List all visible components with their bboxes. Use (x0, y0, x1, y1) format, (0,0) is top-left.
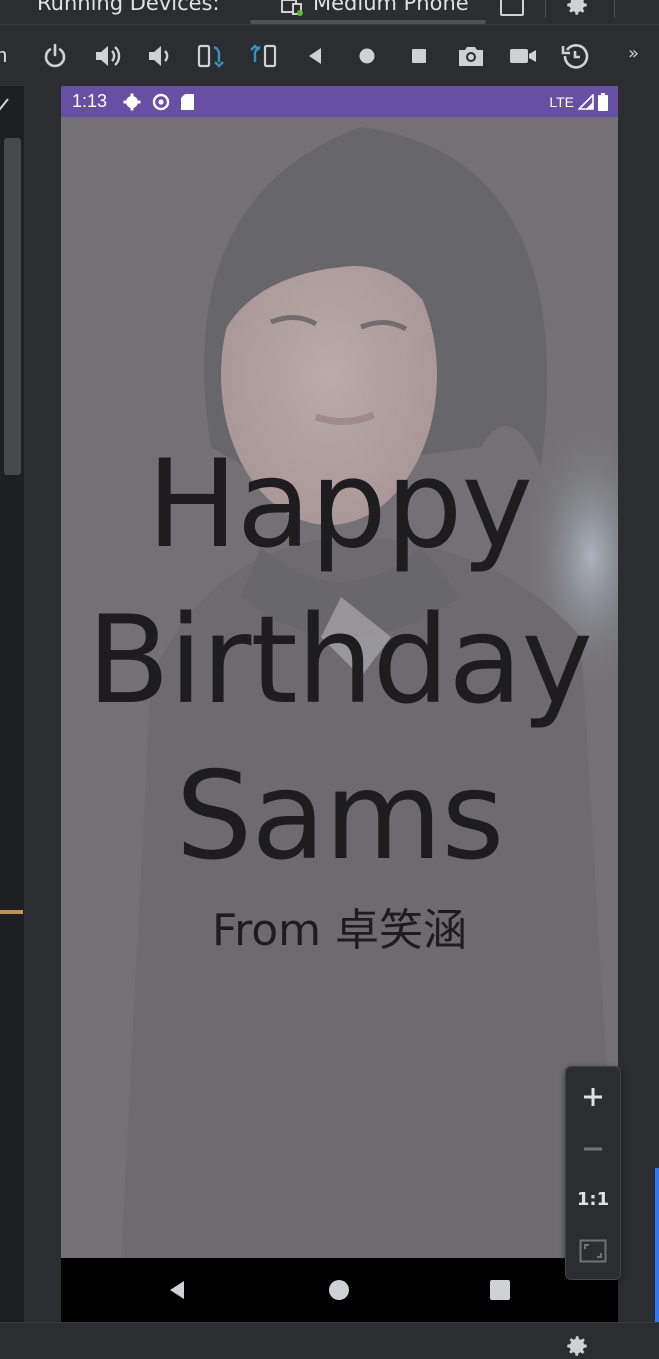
tab-running-devices[interactable]: Running Devices: (37, 0, 220, 15)
zoom-fit-button[interactable] (566, 1225, 620, 1277)
device-toolbar: n » (0, 24, 659, 87)
rotate-right-icon[interactable] (248, 41, 278, 71)
zoom-in-button[interactable] (566, 1071, 620, 1123)
divider (614, 0, 615, 18)
sd-card-icon (181, 94, 194, 110)
camera-icon[interactable] (456, 41, 486, 71)
rotate-left-icon[interactable] (196, 41, 226, 71)
nav-home-icon[interactable] (325, 1276, 353, 1304)
home-icon[interactable] (352, 41, 382, 71)
gear-icon[interactable] (564, 0, 590, 18)
app-content: Happy Birthday Sams From 卓笑涵 (61, 117, 618, 1258)
one-to-one-label: 1:1 (576, 1188, 610, 1210)
zoom-out-button[interactable] (566, 1123, 620, 1175)
gear-icon[interactable] (564, 1333, 590, 1359)
phone-screen[interactable]: 1:13 LTE Happy Birthday Sams From 卓笑涵 (61, 86, 618, 1322)
more-actions-button[interactable]: » (628, 43, 639, 64)
signal-icon (578, 94, 594, 110)
volume-down-icon[interactable] (145, 41, 175, 71)
restore-window-icon[interactable] (500, 0, 524, 16)
status-bar: 1:13 LTE (61, 86, 618, 117)
emulator-gutter (24, 86, 61, 1322)
navigation-bar (61, 1258, 618, 1322)
greeting-text: Happy Birthday Sams (86, 434, 593, 887)
status-time: 1:13 (72, 91, 108, 111)
network-type: LTE (549, 94, 574, 110)
zoom-controls: 1:1 (565, 1066, 621, 1280)
zoom-actual-size-button[interactable]: 1:1 (566, 1173, 620, 1225)
minus-icon (584, 1147, 602, 1151)
nav-back-icon[interactable] (164, 1276, 192, 1304)
left-scrollbar[interactable] (4, 138, 21, 475)
left-accent-marker (0, 910, 23, 914)
data-saver-icon (152, 93, 170, 111)
left-panel-fragment: n (0, 45, 8, 67)
divider (545, 0, 546, 18)
power-icon[interactable] (40, 41, 70, 71)
signature-text: From 卓笑涵 (212, 905, 467, 956)
right-accent-marker (655, 1168, 659, 1322)
back-icon[interactable] (300, 41, 330, 71)
nav-overview-icon[interactable] (486, 1276, 514, 1304)
overview-icon[interactable] (404, 41, 434, 71)
volume-up-icon[interactable] (93, 41, 123, 71)
device-icon (281, 0, 303, 16)
battery-icon (598, 93, 608, 111)
tab-strip: Running Devices: Medium Phone (0, 0, 659, 24)
checkmark-icon (0, 98, 9, 111)
reset-icon[interactable] (560, 41, 590, 71)
video-icon[interactable] (508, 41, 538, 71)
status-notification-icons (123, 93, 194, 111)
plus-icon (584, 1088, 602, 1106)
bottom-toolbar (0, 1322, 659, 1356)
tab-medium-phone[interactable]: Medium Phone (313, 0, 469, 15)
fit-screen-icon (579, 1239, 607, 1263)
settings-icon (123, 93, 141, 111)
status-right-icons: LTE (549, 92, 608, 112)
